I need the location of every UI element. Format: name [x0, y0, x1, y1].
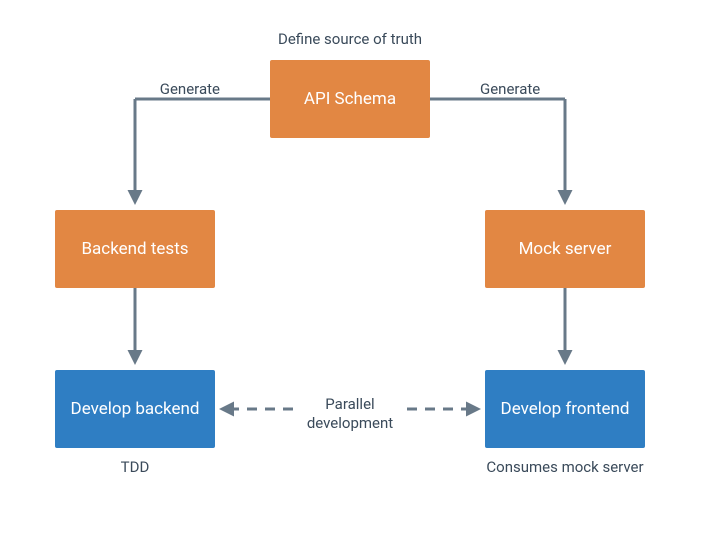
- node-develop-backend-label: Develop backend: [71, 399, 200, 419]
- edge-label-generate-left: Generate: [140, 80, 220, 99]
- node-develop-frontend: Develop frontend: [485, 370, 645, 448]
- edge-label-parallel-dev: Parallel development: [300, 395, 400, 433]
- node-backend-tests-label: Backend tests: [81, 239, 188, 259]
- node-mock-server-label: Mock server: [519, 239, 612, 259]
- node-api-schema: API Schema: [270, 60, 430, 138]
- node-api-schema-label: API Schema: [304, 89, 396, 109]
- edge-api-to-backend-tests: [135, 99, 270, 202]
- node-backend-tests: Backend tests: [55, 210, 215, 288]
- node-develop-backend: Develop backend: [55, 370, 215, 448]
- node-mock-server: Mock server: [485, 210, 645, 288]
- caption-consumes-mock: Consumes mock server: [470, 458, 660, 477]
- caption-top: Define source of truth: [250, 30, 450, 49]
- edge-label-generate-right: Generate: [480, 80, 560, 99]
- edge-api-to-mock-server: [430, 99, 565, 202]
- caption-tdd: TDD: [55, 458, 215, 477]
- node-develop-frontend-label: Develop frontend: [501, 399, 630, 419]
